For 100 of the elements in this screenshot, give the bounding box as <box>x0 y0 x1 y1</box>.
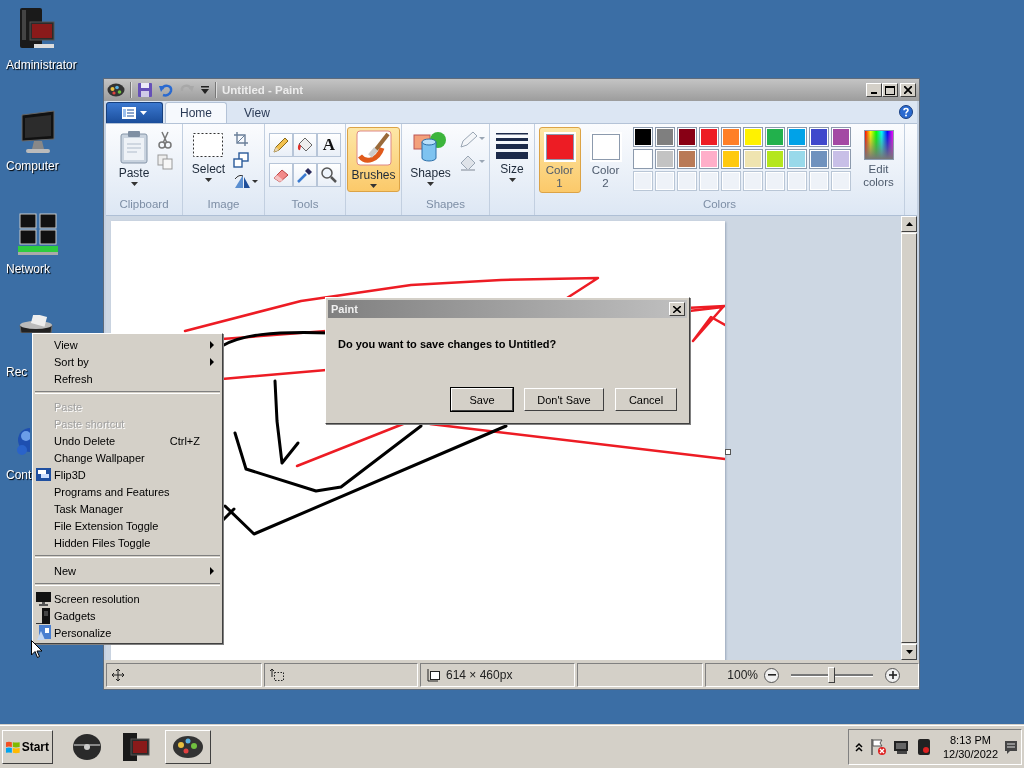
palette-color[interactable] <box>764 127 785 147</box>
scissors-icon[interactable] <box>157 131 174 149</box>
custom-color-slot[interactable] <box>786 171 807 191</box>
custom-color-slot[interactable] <box>676 171 697 191</box>
zoom-out-button[interactable] <box>764 667 779 683</box>
maximize-button[interactable] <box>882 83 898 97</box>
custom-color-slot[interactable] <box>808 171 829 191</box>
select-button[interactable]: Select <box>187 127 230 186</box>
caret-icon <box>140 111 147 115</box>
tool-button[interactable] <box>317 163 341 187</box>
brushes-button[interactable]: Brushes <box>347 127 400 192</box>
network-icon[interactable] <box>16 212 60 258</box>
scroll-up-button[interactable] <box>901 216 917 232</box>
chevron-up-icon[interactable] <box>855 742 863 752</box>
color-button[interactable]: Color 1 <box>538 127 581 193</box>
start-button[interactable]: Start <box>2 730 53 764</box>
caret-icon <box>130 182 138 186</box>
flag-icon[interactable] <box>869 738 887 756</box>
dialog-button[interactable]: Save <box>451 388 513 411</box>
dialog-button[interactable]: Cancel <box>615 388 677 411</box>
scrollbar-thumb[interactable] <box>901 233 917 643</box>
palette-color[interactable] <box>676 149 697 169</box>
dropdown-icon[interactable] <box>200 85 210 95</box>
palette-color[interactable] <box>698 149 719 169</box>
custom-color-slot[interactable] <box>764 171 785 191</box>
menu-item[interactable]: Screen resolution <box>35 590 220 607</box>
menu-item[interactable]: Hidden Files Toggle <box>35 534 220 551</box>
minimize-button[interactable] <box>866 83 882 97</box>
tool-button[interactable] <box>293 133 317 157</box>
scroll-down-button[interactable] <box>901 644 917 660</box>
palette-color[interactable] <box>698 127 719 147</box>
custom-color-slot[interactable] <box>632 171 653 191</box>
color-button[interactable]: Color 2 <box>584 127 627 193</box>
menu-item[interactable]: Flip3D <box>35 466 220 483</box>
text-tool-button[interactable]: A <box>317 133 341 157</box>
computer-icon[interactable] <box>893 738 911 756</box>
taskbar-button[interactable] <box>165 730 211 764</box>
menu-item[interactable]: Gadgets <box>35 607 220 624</box>
edit-colors-button[interactable]: Edit colors <box>856 127 901 192</box>
help-icon[interactable] <box>899 105 913 119</box>
shapes-button[interactable]: Shapes <box>406 127 455 190</box>
custom-color-slot[interactable] <box>830 171 851 191</box>
palette-color[interactable] <box>764 149 785 169</box>
resize-icon[interactable] <box>233 152 250 168</box>
dialog-button[interactable]: Don't Save <box>524 388 604 411</box>
custom-color-slot[interactable] <box>742 171 763 191</box>
menu-item[interactable]: Refresh <box>35 370 220 387</box>
zoom-in-button[interactable] <box>885 667 900 683</box>
app-icon[interactable] <box>107 83 125 97</box>
size-button[interactable]: Size <box>491 127 533 186</box>
menu-item[interactable]: Personalize <box>35 624 220 641</box>
palette-color[interactable] <box>654 127 675 147</box>
device-icon[interactable] <box>916 738 931 756</box>
sphere-icon[interactable] <box>71 732 103 762</box>
notification-icon[interactable] <box>1004 740 1018 754</box>
app-menu-button[interactable] <box>106 102 163 123</box>
palette-color[interactable] <box>742 127 763 147</box>
undo-icon[interactable] <box>158 82 174 98</box>
palette-color[interactable] <box>720 127 741 147</box>
menu-item[interactable]: View <box>35 336 220 353</box>
save-icon[interactable] <box>137 82 153 98</box>
resize-handle[interactable] <box>725 449 731 455</box>
computer-icon[interactable] <box>121 731 151 763</box>
palette-color[interactable] <box>654 149 675 169</box>
group-label: Tools <box>290 198 320 212</box>
menu-item[interactable]: New <box>35 562 220 579</box>
palette-color[interactable] <box>632 127 653 147</box>
crop-icon[interactable] <box>233 131 250 147</box>
custom-color-slot[interactable] <box>654 171 675 191</box>
palette-color[interactable] <box>742 149 763 169</box>
icon-label: Computer <box>6 159 59 173</box>
close-button[interactable] <box>669 302 685 316</box>
palette-color[interactable] <box>676 127 697 147</box>
icon-label: Cont <box>6 468 32 482</box>
close-button[interactable] <box>900 83 916 97</box>
rotate-icon[interactable] <box>233 173 260 189</box>
trash-bin-icon[interactable] <box>18 315 54 333</box>
menu-item[interactable]: Sort by <box>35 353 220 370</box>
window-title: Untitled - Paint <box>222 84 304 96</box>
ribbon-tab[interactable]: Home <box>165 102 227 123</box>
palette-color[interactable] <box>632 149 653 169</box>
tool-button[interactable] <box>293 163 317 187</box>
paste-button[interactable]: Paste <box>114 127 154 190</box>
palette-color[interactable] <box>830 149 851 169</box>
palette-color[interactable] <box>830 127 851 147</box>
palette-color[interactable] <box>808 149 829 169</box>
palette-color[interactable] <box>808 127 829 147</box>
menu-item[interactable]: Programs and Features <box>35 483 220 500</box>
palette-color[interactable] <box>786 127 807 147</box>
group-label: Colors <box>701 198 738 212</box>
menu-item[interactable]: Task Manager <box>35 500 220 517</box>
custom-color-slot[interactable] <box>698 171 719 191</box>
palette-color[interactable] <box>720 149 741 169</box>
ribbon-tab[interactable]: View <box>229 102 285 123</box>
menu-item[interactable]: Undo Delete Ctrl+Z <box>35 432 220 449</box>
menu-item[interactable]: File Extension Toggle <box>35 517 220 534</box>
clock-time: 8:13 PM <box>950 733 991 747</box>
palette-color[interactable] <box>786 149 807 169</box>
menu-item[interactable]: Change Wallpaper <box>35 449 220 466</box>
custom-color-slot[interactable] <box>720 171 741 191</box>
